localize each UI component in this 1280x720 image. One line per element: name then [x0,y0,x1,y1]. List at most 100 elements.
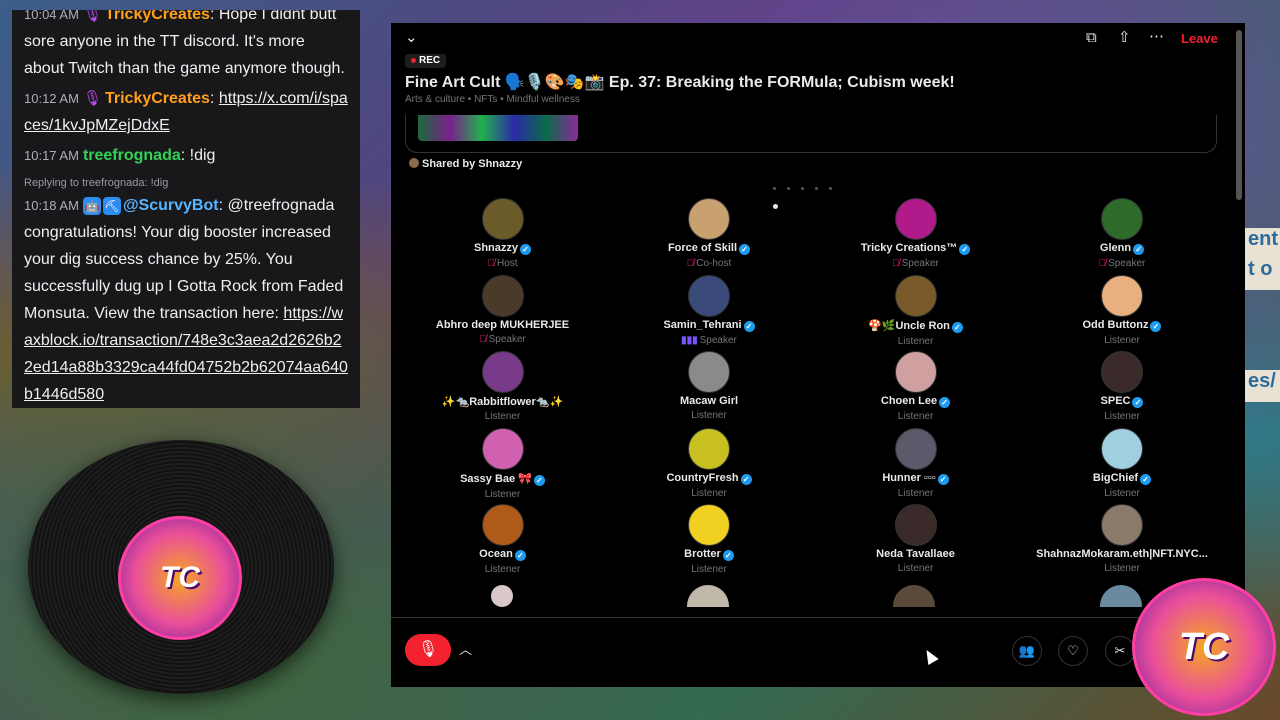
message-text: : !dig [180,147,216,164]
participant[interactable]: Hunner ▫▫▫ ✓ Listener [812,427,1019,499]
leave-button[interactable]: Leave [1181,31,1218,46]
participant[interactable]: Macaw Girl Listener [606,351,813,421]
avatar[interactable] [481,504,524,546]
participant-name-text: ShahnazMokaram.eth|NFT.NYC... [1036,548,1208,560]
avatar[interactable] [894,427,937,470]
verified-badge-icon: ✓ [1140,473,1152,485]
participant-role-text: Speaker [488,333,526,345]
avatar[interactable] [688,504,730,546]
avatar[interactable] [1100,585,1142,607]
participant-role-text: Listener [1104,411,1140,422]
mic-muted-icon: 🎙̸ [892,258,900,269]
share-icon[interactable]: ⇧ [1118,28,1131,46]
participant-role: 🎙̸ Speaker [812,258,1019,269]
shared-post-card[interactable] [405,115,1217,153]
participant-role-text: Listener [691,487,727,499]
participant[interactable]: Shnazzy ✓ 🎙̸ Host [399,198,606,269]
mic-muted-icon: 🎙̸ [479,333,487,345]
avatar[interactable] [688,198,730,240]
participant-name-text: Tricky Creations™ [860,242,958,254]
participant-name: ShahnazMokaram.eth|NFT.NYC... [1019,548,1226,560]
clip-button[interactable]: ✂ [1105,636,1135,666]
participant[interactable]: SPEC ✓ Listener [1019,351,1226,422]
participant-role-text: Speaker [1108,258,1146,269]
avatar[interactable] [894,274,937,317]
chevron-up-icon[interactable]: ︿ [459,639,472,658]
avatar[interactable] [1101,427,1143,470]
pager-dot[interactable] [787,187,790,191]
avatar[interactable] [481,198,524,240]
participant[interactable]: Glenn ✓ 🎙̸ Speaker [1019,198,1226,269]
background-text-fragment: es/ [1244,370,1280,402]
verified-badge-icon: ✓ [1150,320,1162,332]
participant[interactable]: Ocean ✓ Listener [399,504,606,575]
react-button[interactable]: ♡ [1058,636,1088,666]
pager-dot[interactable] [801,187,804,191]
participant[interactable]: ShahnazMokaram.eth|NFT.NYC... Listener [1019,504,1226,574]
avatar[interactable] [688,274,730,317]
bot-badge-icon: 🤖 [82,196,101,215]
verified-badge-icon: ✓ [514,550,526,561]
participant[interactable]: Sassy Bae 🎀 ✓ Listener [399,427,606,500]
participant[interactable]: Abhro deep MUKHERJEE 🎙̸ Speaker [399,274,606,345]
participant[interactable]: Brotter ✓ Listener [606,504,813,575]
participant-role-text: Speaker [699,334,737,346]
avatar[interactable] [894,504,937,546]
avatar[interactable] [687,585,729,607]
pager-dot[interactable] [829,187,832,191]
participant-role-text: Listener [897,487,934,499]
vinyl-logo: TC [118,516,242,640]
verified-badge-icon: ✓ [1132,397,1144,408]
avatar[interactable] [481,351,524,393]
people-button[interactable]: 👥 [1012,636,1042,666]
pager-dot[interactable] [815,187,818,191]
sharer-avatar [409,158,419,168]
participant[interactable]: Samin_Tehrani ✓ ▮▮▮ Speaker [606,274,813,346]
avatar[interactable] [688,427,730,470]
pager-dot[interactable] [773,187,776,191]
participant[interactable]: Tricky Creations™ ✓ 🎙̸ Speaker [812,198,1019,269]
background-text-fragment: ent [1244,228,1280,260]
avatar[interactable] [688,351,730,393]
avatar[interactable] [1101,198,1143,240]
avatar[interactable] [481,427,524,470]
participant[interactable]: 🍄🌿Uncle Ron ✓ Listener [812,274,1019,347]
avatar[interactable] [1101,351,1143,393]
avatar[interactable] [1101,274,1143,317]
more-options-icon[interactable]: ⋯ [1149,27,1164,45]
participant-role: 🎙̸ Host [399,258,606,269]
participant[interactable]: Neda Tavallaee Listener [812,504,1019,574]
chat-panel: 10:04 AM 🎙 TrickyCreates: Hope I didnt but… [12,10,360,408]
avatar[interactable] [1101,504,1143,546]
window-scrollbar[interactable] [1236,30,1242,200]
participant-role: Listener [606,410,813,421]
participant-name: Sassy Bae 🎀 ✓ [399,472,606,486]
participant-name-text: BigChief [1092,471,1139,484]
chat-message: 10:18 AM 🤖 ⛏ @ScurvyBot: @treefrognada cong… [24,189,348,408]
chat-username[interactable]: TrickyCreates [105,90,210,107]
participant-name-text: Macaw Girl [679,395,739,407]
avatar[interactable] [894,351,937,393]
participant[interactable]: BigChief ✓ Listener [1019,427,1226,499]
chat-username[interactable]: treefrognada [83,147,181,164]
avatar[interactable] [894,198,937,240]
participant[interactable]: Choen Lee ✓ Listener [812,351,1019,422]
participant-role: Listener [812,563,1019,574]
message-timestamp: 10:04 AM [24,10,79,22]
avatar[interactable] [893,585,935,607]
participant[interactable]: CountryFresh ✓ Listener [606,427,813,499]
participant-role: ▮▮▮ Speaker [606,335,813,346]
participant[interactable]: ✨🐀Rabbitflower🐀✨ Listener [399,351,606,422]
avatar[interactable] [481,274,524,317]
participant[interactable]: Force of Skill ✓ 🎙̸ Co-host [606,198,813,269]
chat-username[interactable]: @ScurvyBot [123,197,219,214]
participant-name: Choen Lee ✓ [812,395,1019,408]
message-text: : @treefrognada congratulations! Your di… [24,197,344,322]
mic-muted-button[interactable]: 🎙 [405,634,451,666]
corner-logo: TC [1132,578,1276,716]
chevron-down-icon[interactable]: ⌄ [405,28,418,46]
minimize-window-icon[interactable]: ⧉ [1086,29,1097,46]
avatar[interactable] [491,585,513,607]
participant[interactable]: Odd Buttonz ✓ Listener [1019,274,1226,346]
chat-username[interactable]: TrickyCreates [105,10,210,23]
